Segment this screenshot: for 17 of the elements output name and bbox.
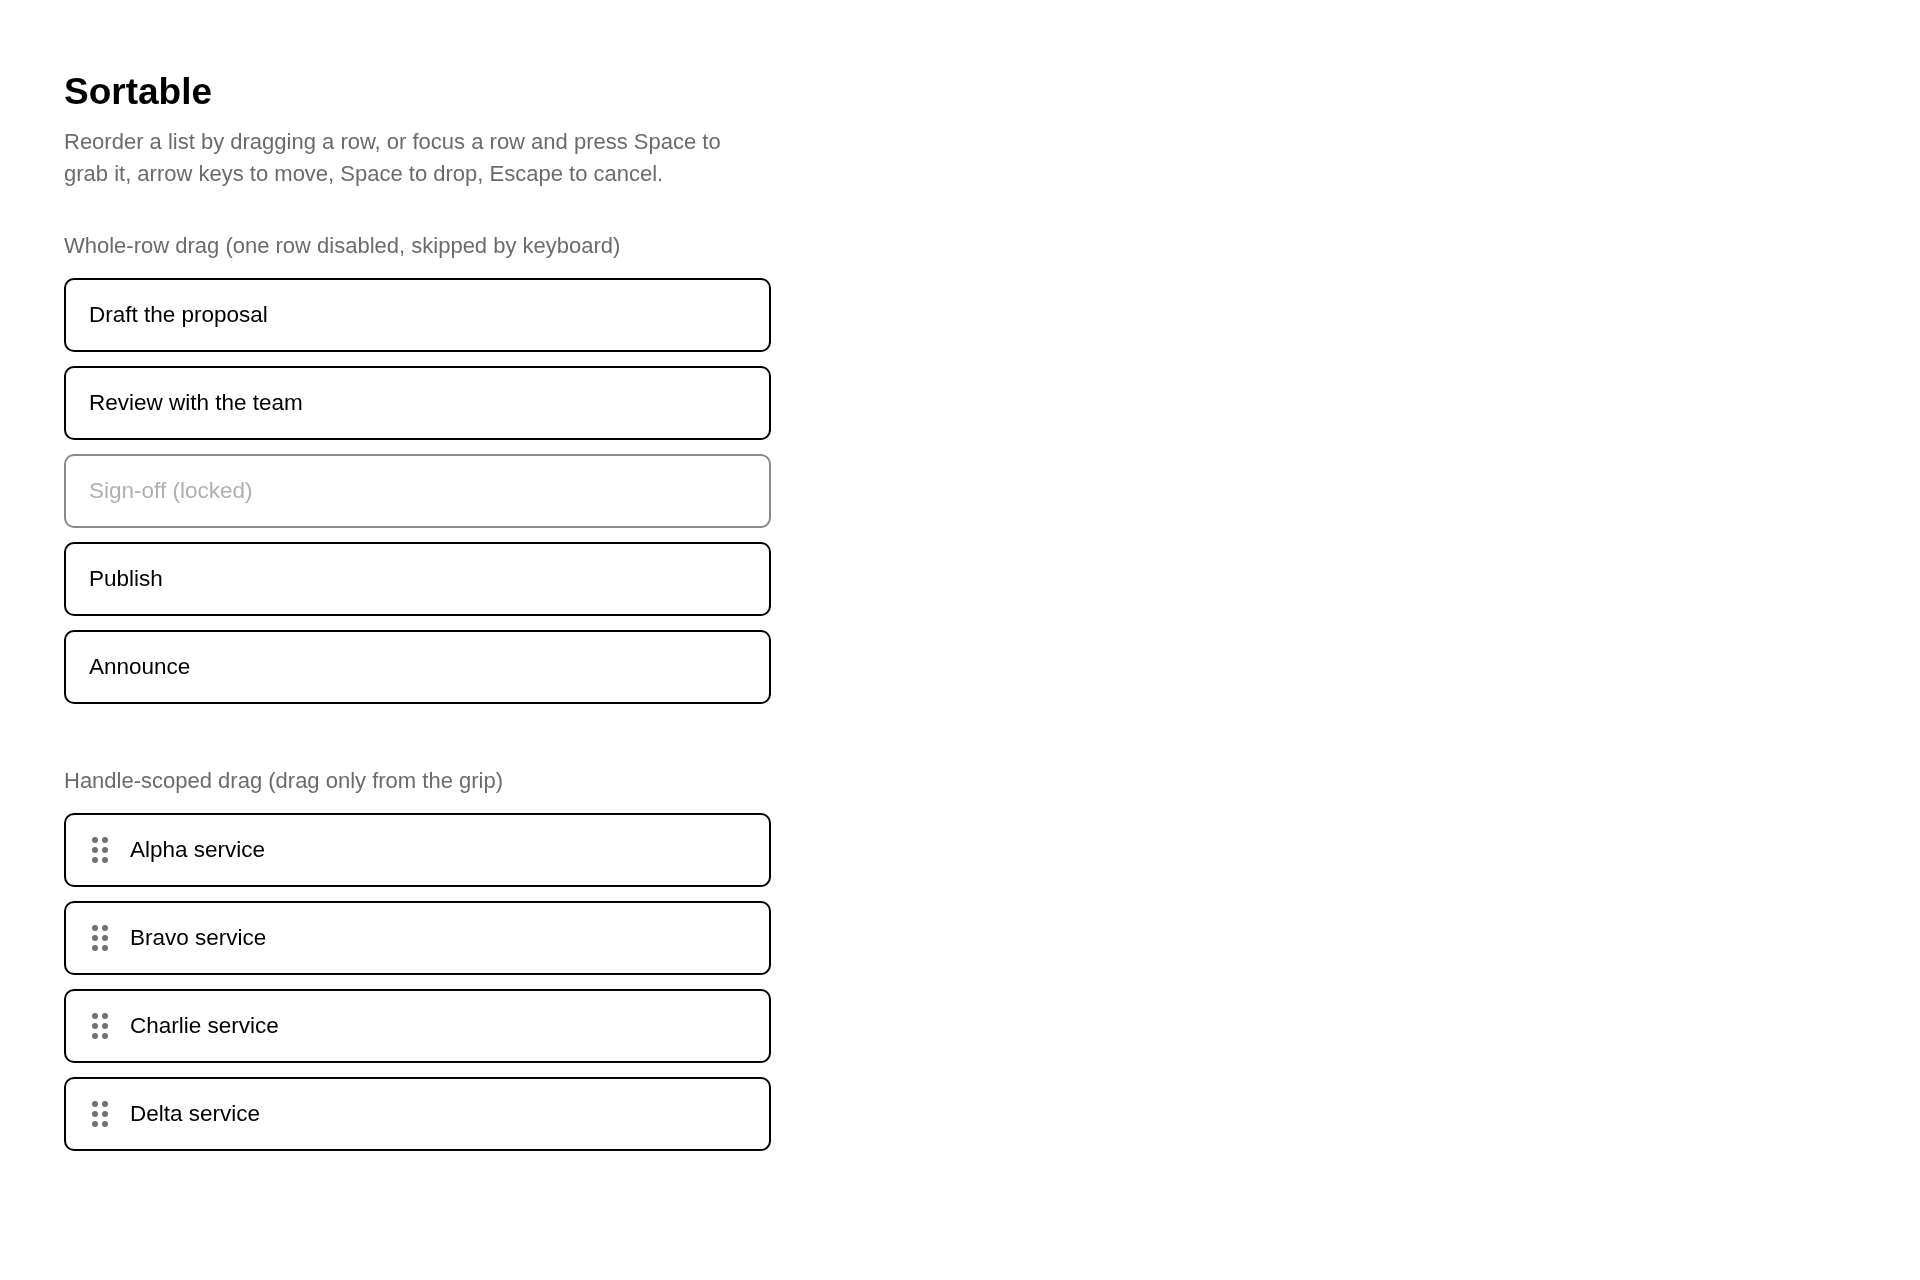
grip-icon[interactable]	[92, 1013, 108, 1039]
description-text: Reorder a list by dragging a row, or focus a row and press Space to grab it, arrow keys to move, Space to drop, Escape to cancel.	[64, 128, 722, 188]
section-label: Handle-scoped drag (drag only from the grip)	[64, 767, 503, 795]
sortable-row[interactable]: Delta service	[64, 1077, 771, 1151]
sortable-row[interactable]: Bravo service	[64, 901, 771, 975]
section-label: Whole-row drag (one row disabled, skipped by keyboard)	[64, 232, 621, 260]
sortable-row[interactable]: Review with the team	[64, 366, 771, 440]
grip-icon[interactable]	[92, 837, 108, 863]
sortable-row[interactable]: Draft the proposal	[64, 278, 771, 352]
sortable-row: Sign-off (locked)	[64, 454, 771, 528]
sortable-row[interactable]: Announce	[64, 630, 771, 704]
sortable-row[interactable]: Publish	[64, 542, 771, 616]
page-title: Sortable	[64, 70, 214, 114]
sortable-row[interactable]: Charlie service	[64, 989, 771, 1063]
sortable-row[interactable]: Alpha service	[64, 813, 771, 887]
grip-icon[interactable]	[92, 925, 108, 951]
grip-icon[interactable]	[92, 1101, 108, 1127]
